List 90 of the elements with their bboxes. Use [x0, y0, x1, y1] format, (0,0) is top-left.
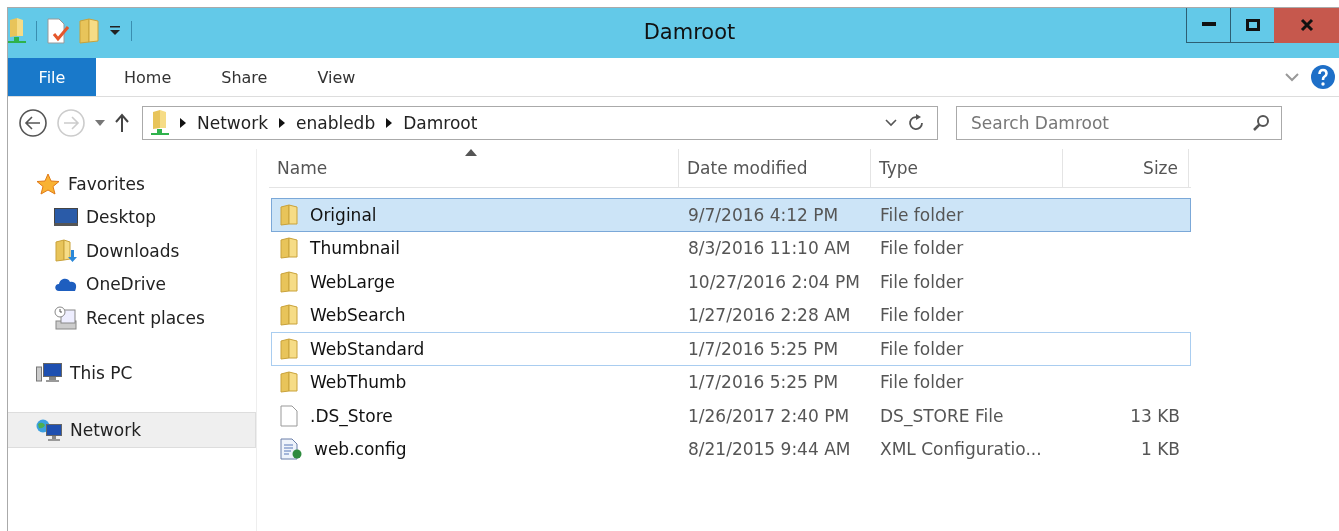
- file-row[interactable]: Thumbnail 8/3/2016 11:10 AM File folder: [271, 231, 1191, 265]
- breadcrumb[interactable]: Network: [197, 113, 268, 133]
- network-icon: [36, 418, 62, 441]
- config-file-icon: [280, 438, 302, 461]
- file-type: File folder: [880, 204, 964, 225]
- column-header[interactable]: Type: [871, 149, 1063, 187]
- file-name: WebThumb: [310, 372, 407, 393]
- chevron-icon[interactable]: [278, 117, 286, 129]
- ribbon-tab[interactable]: View: [295, 58, 378, 96]
- chevron-icon[interactable]: [385, 117, 394, 129]
- dropdown-icon[interactable]: [109, 25, 121, 37]
- file-type: File folder: [880, 271, 964, 292]
- file-name: web.config: [314, 439, 407, 460]
- sort-ascending-icon: [465, 149, 478, 156]
- folder-icon: [280, 304, 298, 327]
- sidebar-item[interactable]: Desktop: [8, 200, 256, 234]
- cloud-icon: [54, 276, 78, 293]
- file-row[interactable]: web.config 8/21/2015 9:44 AM XML Configuratio... 1 KB: [271, 432, 1191, 466]
- folder-icon: [280, 270, 298, 293]
- file-size: 13 KB: [1130, 405, 1180, 426]
- file-type: XML Configuratio...: [880, 439, 1042, 460]
- folder-icon: [280, 237, 298, 260]
- file-name: WebStandard: [310, 338, 425, 359]
- help-icon[interactable]: [1311, 65, 1335, 89]
- star-icon: [36, 172, 60, 195]
- file-type: File folder: [880, 238, 964, 259]
- file-name: .DS_Store: [310, 405, 393, 426]
- refresh-icon[interactable]: [907, 114, 925, 132]
- file-row[interactable]: WebLarge 10/27/2016 2:04 PM File folder: [271, 265, 1191, 299]
- properties-icon[interactable]: [47, 18, 69, 44]
- sidebar-item[interactable]: Downloads: [8, 234, 256, 268]
- desktop-icon: [54, 208, 78, 227]
- date-modified: 9/7/2016 4:12 PM: [688, 204, 839, 225]
- date-modified: 1/7/2016 5:25 PM: [688, 338, 839, 359]
- column-header[interactable]: Date modified: [679, 149, 871, 187]
- sidebar-item[interactable]: Network: [8, 412, 256, 448]
- computer-icon: [36, 362, 62, 385]
- file-type: DS_STORE File: [880, 405, 1004, 426]
- minimize-button[interactable]: [1186, 8, 1231, 43]
- recent-locations-icon[interactable]: [94, 119, 106, 127]
- maximize-icon: [1245, 19, 1260, 31]
- up-arrow-icon[interactable]: [114, 113, 130, 133]
- file-row[interactable]: WebSearch 1/27/2016 2:28 AM File folder: [271, 298, 1191, 332]
- search-field[interactable]: Search Damroot: [956, 106, 1282, 140]
- expand-ribbon-icon[interactable]: [1285, 72, 1299, 82]
- dropdown-icon[interactable]: [885, 119, 897, 127]
- file-type: File folder: [880, 338, 964, 359]
- close-button[interactable]: [1274, 8, 1339, 43]
- folder-icon: [280, 203, 298, 226]
- window-title: Damroot: [642, 20, 737, 44]
- folder-icon: [280, 337, 298, 360]
- folder-download-icon: [54, 238, 78, 263]
- file-row[interactable]: .DS_Store 1/26/2017 2:40 PM DS_STORE File 13 KB: [271, 399, 1191, 433]
- date-modified: 10/27/2016 2:04 PM: [688, 271, 860, 292]
- file-name: Original: [310, 204, 377, 225]
- minimize-icon: [1201, 22, 1216, 28]
- file-name: Thumbnail: [310, 238, 400, 259]
- file-row[interactable]: WebThumb 1/7/2016 5:25 PM File folder: [271, 365, 1191, 399]
- sidebar-item[interactable]: Favorites: [8, 167, 256, 201]
- column-header[interactable]: Size: [1063, 149, 1189, 187]
- column-header[interactable]: Name: [269, 149, 679, 187]
- file-type: File folder: [880, 305, 964, 326]
- sidebar-item[interactable]: This PC: [8, 356, 256, 390]
- file-row[interactable]: Original 9/7/2016 4:12 PM File folder: [271, 198, 1191, 232]
- sidebar-item[interactable]: OneDrive: [8, 267, 256, 301]
- address-bar[interactable]: Network enabledb Damroot: [142, 106, 938, 140]
- breadcrumb[interactable]: enabledb: [296, 113, 376, 133]
- file-size: 1 KB: [1140, 439, 1180, 460]
- date-modified: 1/7/2016 5:25 PM: [688, 372, 839, 393]
- ribbon-tab[interactable]: Home: [102, 58, 194, 96]
- file-icon: [280, 404, 298, 427]
- recent-places-icon: [54, 305, 78, 330]
- folder-icon: [280, 371, 298, 394]
- date-modified: 8/21/2015 9:44 AM: [688, 439, 851, 460]
- sidebar-item[interactable]: Recent places: [8, 301, 256, 335]
- file-name: WebSearch: [310, 305, 406, 326]
- close-icon: [1299, 18, 1314, 32]
- date-modified: 1/27/2016 2:28 AM: [688, 305, 851, 326]
- date-modified: 1/26/2017 2:40 PM: [688, 405, 850, 426]
- file-name: WebLarge: [310, 271, 395, 292]
- date-modified: 8/3/2016 11:10 AM: [688, 238, 851, 259]
- breadcrumb[interactable]: Damroot: [403, 113, 478, 133]
- back-icon[interactable]: [18, 108, 48, 138]
- ribbon-tab[interactable]: Share: [199, 58, 290, 96]
- ribbon-tab[interactable]: File: [8, 58, 96, 96]
- file-row[interactable]: WebStandard 1/7/2016 5:25 PM File folder: [271, 332, 1191, 366]
- search-icon: [1252, 114, 1270, 132]
- network-drive-icon: [151, 110, 169, 136]
- chevron-icon[interactable]: [179, 117, 187, 129]
- file-type: File folder: [880, 372, 964, 393]
